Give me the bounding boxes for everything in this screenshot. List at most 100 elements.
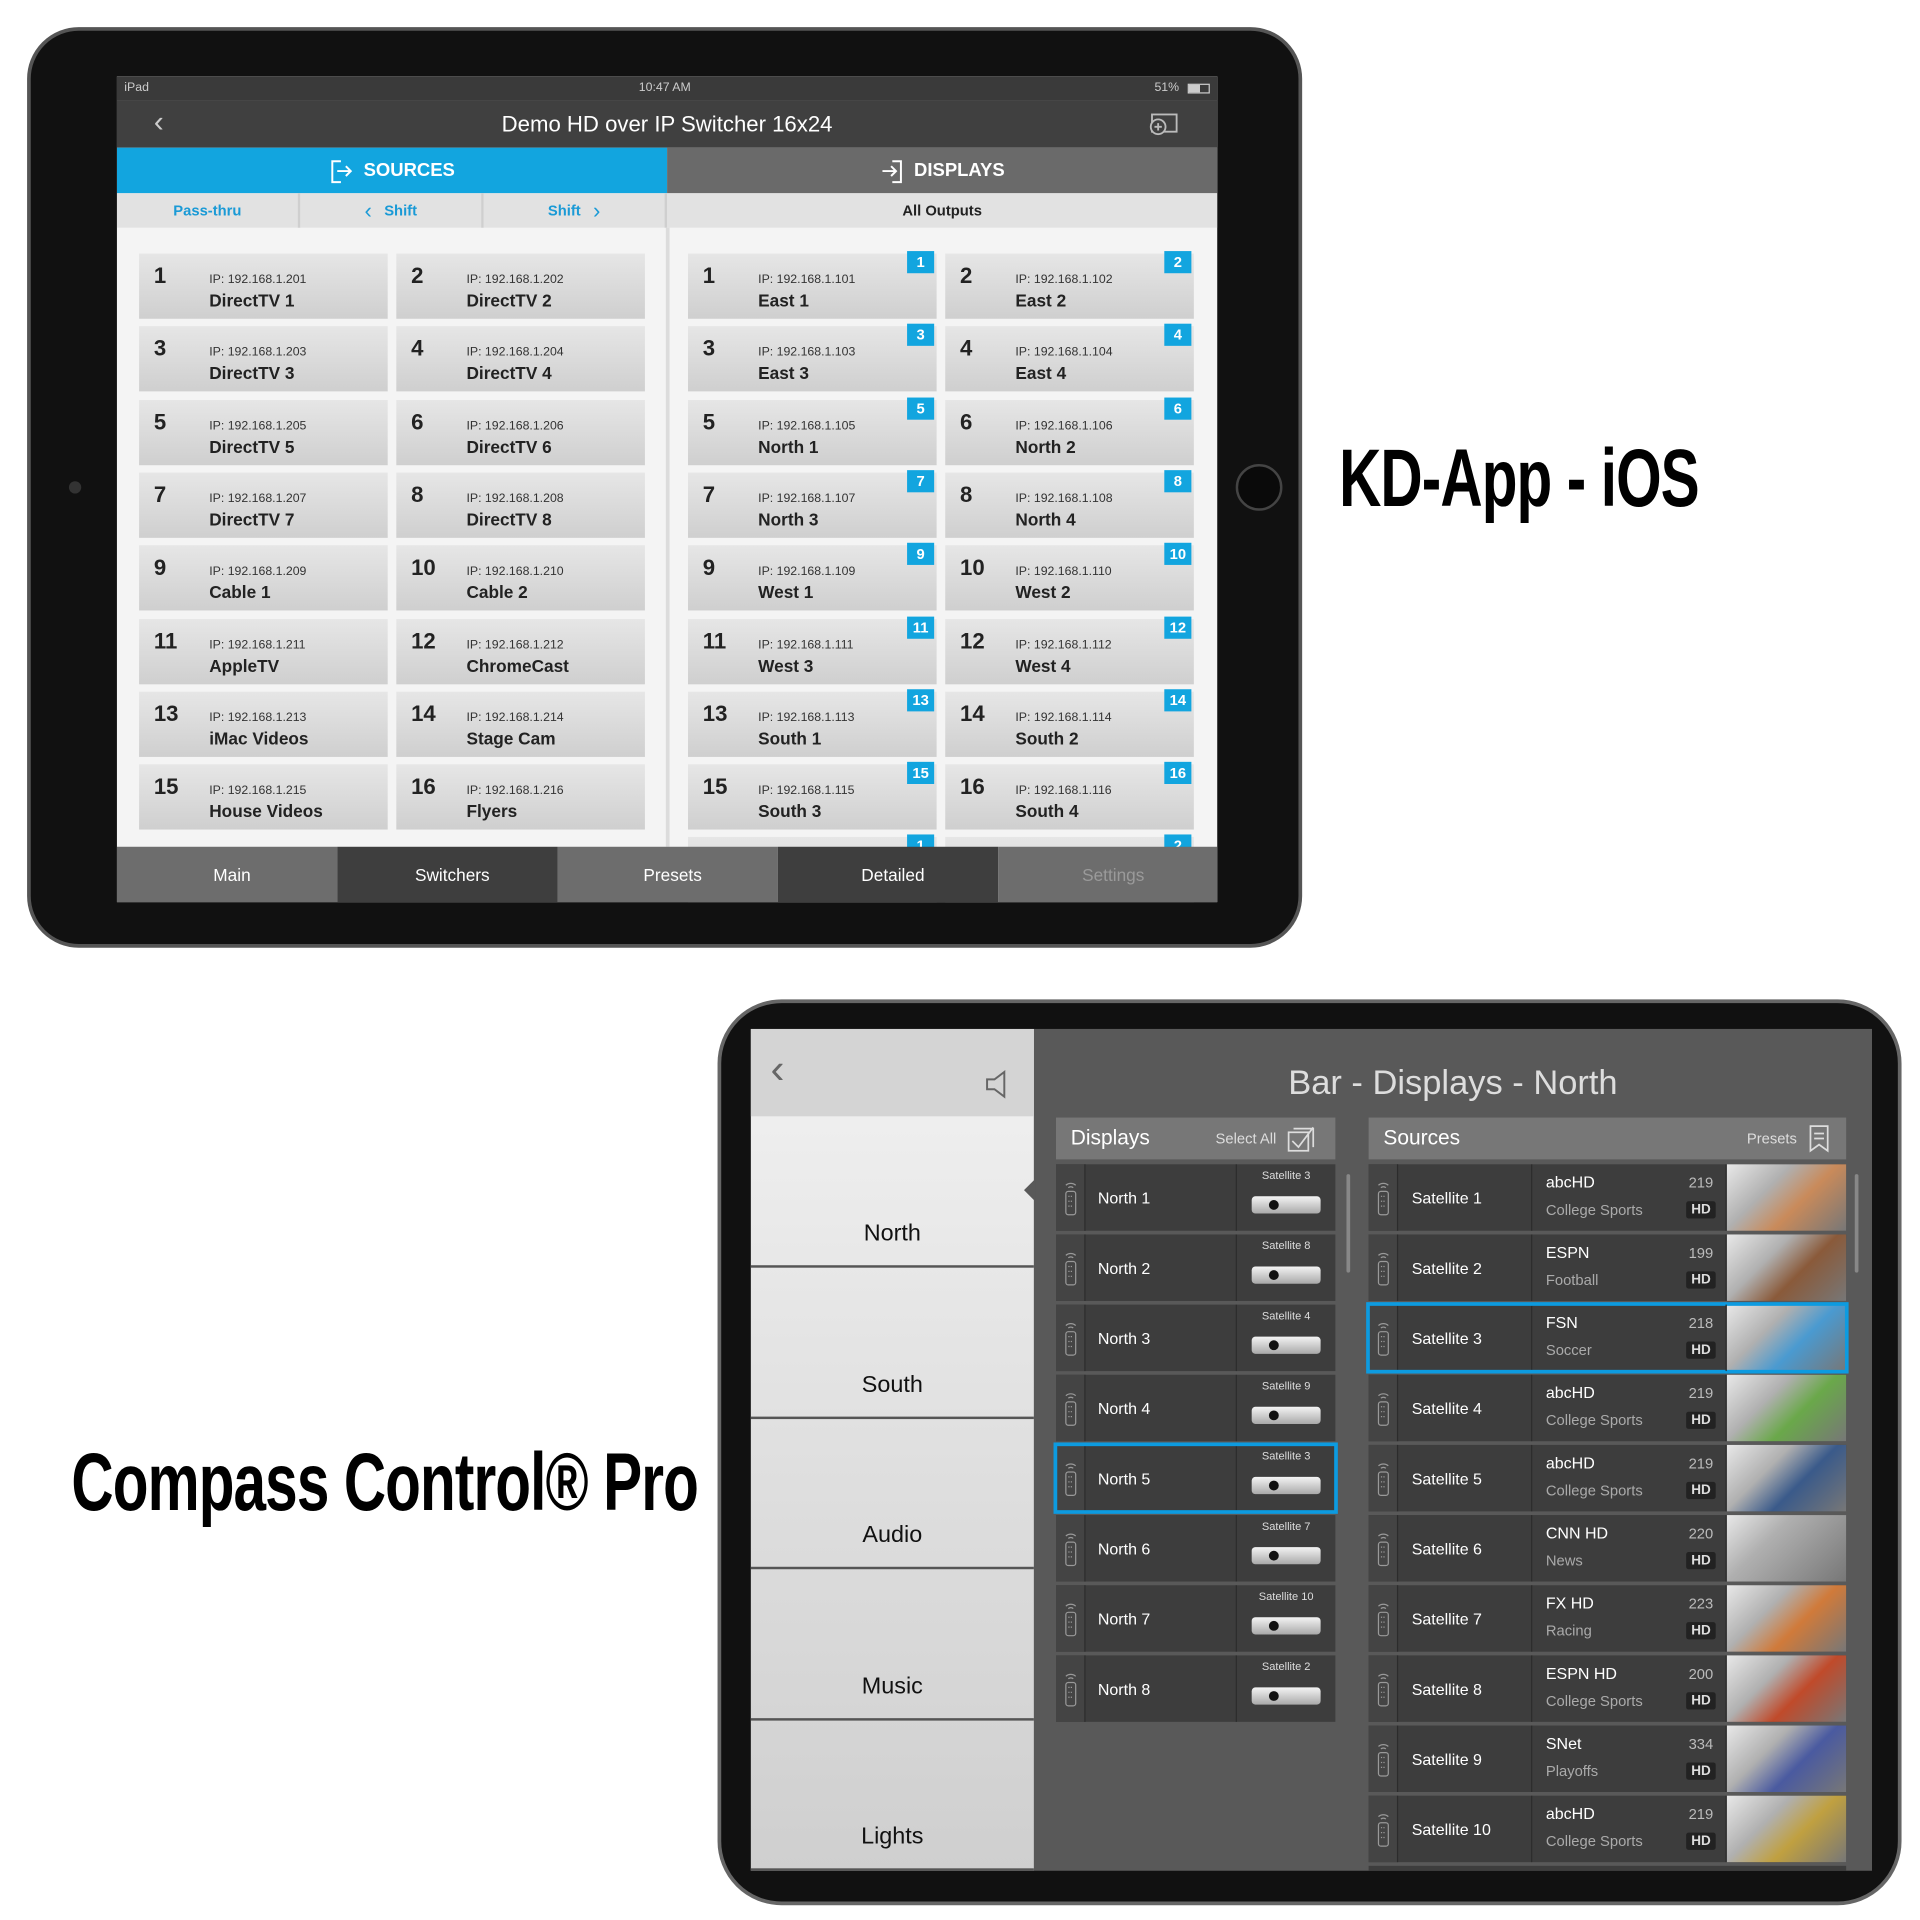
channel-info: FX HD 223 Racing HD (1532, 1585, 1727, 1652)
matrix-cell[interactable]: 15 IP: 192.168.1.115 South 3 15 (687, 761, 937, 830)
sidebar-item-south[interactable]: South (750, 1267, 1034, 1419)
source-row[interactable]: Satellite 5 abcHD 219 College Sports HD (1368, 1444, 1847, 1512)
matrix-cell[interactable]: 11 IP: 192.168.1.111 West 3 11 (687, 615, 937, 684)
nav-label: Detailed (861, 864, 925, 885)
add-display-icon[interactable] (1147, 112, 1179, 139)
matrix-cell[interactable]: 11 IP: 192.168.1.211 AppleTV (139, 618, 388, 684)
remote-icon[interactable] (1368, 1515, 1399, 1582)
matrix-cell[interactable]: 8 IP: 192.168.1.108 North 4 8 (945, 470, 1194, 538)
sidebar-item-music[interactable]: Music (750, 1569, 1034, 1721)
matrix-cell[interactable]: 9 IP: 192.168.1.209 Cable 1 (139, 545, 388, 611)
remote-icon[interactable] (1055, 1585, 1086, 1652)
remote-icon[interactable] (1055, 1374, 1086, 1442)
matrix-cell[interactable]: 12 IP: 192.168.1.112 West 4 12 (945, 615, 1194, 684)
matrix-cell[interactable]: 15 IP: 192.168.1.215 House Videos (139, 764, 388, 830)
matrix-cell[interactable]: 13 IP: 192.168.1.113 South 1 13 (687, 688, 937, 757)
matrix-cell[interactable]: 16 IP: 192.168.1.216 Flyers (396, 764, 645, 830)
remote-icon[interactable] (1368, 1234, 1399, 1301)
matrix-cell[interactable]: 10 IP: 192.168.1.110 West 2 10 (945, 542, 1194, 611)
sidebar-item-lights[interactable]: Lights (750, 1720, 1034, 1871)
sources-scrollbar[interactable] (1854, 1174, 1859, 1273)
source-row[interactable]: Satellite 3 FSN 218 Soccer HD (1366, 1302, 1849, 1374)
source-row[interactable]: Satellite 7 FX HD 223 Racing HD (1368, 1585, 1847, 1652)
display-row[interactable]: North 4 Satellite 9 (1055, 1374, 1336, 1442)
channel-thumbnail (1726, 1374, 1847, 1442)
sidebar-item-audio[interactable]: Audio (750, 1418, 1034, 1570)
source-row[interactable]: Satellite 9 SNet 334 Playoffs HD (1368, 1725, 1847, 1792)
source-row[interactable]: Satellite 4 abcHD 219 College Sports HD (1368, 1374, 1847, 1442)
display-row[interactable]: North 3 Satellite 4 (1055, 1304, 1336, 1372)
remote-icon[interactable] (1368, 1655, 1399, 1722)
remote-icon[interactable] (1368, 1304, 1399, 1372)
display-row[interactable]: North 2 Satellite 8 (1055, 1234, 1336, 1301)
matrix-cell[interactable]: 10 IP: 192.168.1.210 Cable 2 (396, 545, 645, 611)
passthru-button[interactable]: Pass-thru (116, 193, 301, 228)
matrix-cell[interactable]: 3 IP: 192.168.1.103 East 3 3 (687, 324, 937, 392)
display-row[interactable]: North 5 Satellite 3 (1053, 1442, 1338, 1514)
remote-icon[interactable] (1368, 1585, 1399, 1652)
matrix-cell[interactable]: 1 IP: 192.168.1.201 DirectTV 1 (139, 253, 388, 319)
matrix-cell[interactable]: 2 IP: 192.168.1.202 DirectTV 2 (396, 253, 645, 319)
matrix-cell[interactable]: 14 IP: 192.168.1.114 South 2 14 (945, 688, 1194, 757)
back-chevron-icon[interactable]: ‹ (770, 1046, 784, 1094)
matrix-cell[interactable]: 9 IP: 192.168.1.109 West 1 9 (687, 542, 937, 611)
nav-settings[interactable]: Settings (998, 846, 1218, 903)
remote-icon[interactable] (1055, 1444, 1086, 1512)
matrix-cell[interactable]: 7 IP: 192.168.1.207 DirectTV 7 (139, 472, 388, 538)
shift-right-button[interactable]: Shift › (483, 193, 668, 228)
matrix-cell[interactable]: 5 IP: 192.168.1.205 DirectTV 5 (139, 399, 388, 465)
nav-main[interactable]: Main (116, 846, 338, 903)
tab-displays[interactable]: DISPLAYS (667, 147, 1218, 194)
display-row[interactable]: North 1 Satellite 3 (1055, 1164, 1336, 1231)
source-row[interactable]: Satellite 8 ESPN HD 200 College Sports HD (1368, 1655, 1847, 1722)
channel-info: abcHD 219 College Sports HD (1532, 1444, 1727, 1512)
shift-left-button[interactable]: ‹ Shift (300, 193, 484, 228)
remote-icon[interactable] (1055, 1515, 1086, 1582)
matrix-cell[interactable]: 12 IP: 192.168.1.212 ChromeCast (396, 618, 645, 684)
displays-scrollbar[interactable] (1346, 1174, 1351, 1273)
remote-icon[interactable] (1055, 1234, 1086, 1301)
nav-switchers[interactable]: Switchers (337, 846, 558, 903)
source-name: Satellite 9 (1398, 1725, 1533, 1792)
presets-button[interactable]: Presets (1747, 1124, 1832, 1154)
remote-icon[interactable] (1055, 1655, 1086, 1722)
matrix-cell[interactable]: 4 IP: 192.168.1.104 East 4 4 (945, 324, 1194, 392)
matrix-cell[interactable]: 14 IP: 192.168.1.214 Stage Cam (396, 691, 645, 757)
nav-detailed[interactable]: Detailed (777, 846, 999, 903)
tab-sources[interactable]: SOURCES (116, 147, 668, 194)
matrix-cell[interactable]: 4 IP: 192.168.1.204 DirectTV 4 (396, 326, 645, 392)
matrix-cell[interactable]: 6 IP: 192.168.1.206 DirectTV 6 (396, 399, 645, 465)
remote-icon[interactable] (1368, 1444, 1399, 1512)
volume-icon[interactable] (985, 1068, 1012, 1100)
remote-icon[interactable] (1368, 1725, 1399, 1792)
matrix-cell[interactable]: 7 IP: 192.168.1.107 North 3 7 (687, 470, 937, 538)
display-row[interactable]: North 8 Satellite 2 (1055, 1655, 1336, 1722)
display-row[interactable]: North 6 Satellite 7 (1055, 1515, 1336, 1582)
remote-icon[interactable] (1368, 1795, 1399, 1863)
matrix-cell[interactable]: 5 IP: 192.168.1.105 North 1 5 (687, 397, 937, 465)
sidebar-item-north[interactable]: North (750, 1116, 1034, 1268)
all-outputs-bar[interactable]: All Outputs (667, 193, 1218, 228)
source-row[interactable]: Satellite 2 ESPN 199 Football HD (1368, 1234, 1847, 1301)
source-row[interactable]: Satellite 6 CNN HD 220 News HD (1368, 1515, 1847, 1582)
remote-icon[interactable] (1368, 1374, 1399, 1442)
select-all-button[interactable]: Select All (1216, 1124, 1321, 1154)
cell-number: 1 (702, 263, 716, 288)
matrix-cell[interactable]: 6 IP: 192.168.1.106 North 2 6 (945, 397, 1194, 465)
assigned-source: Satellite 3 (1237, 1164, 1335, 1230)
matrix-cell[interactable]: 3 IP: 192.168.1.203 DirectTV 3 (139, 326, 388, 392)
matrix-cell[interactable]: 8 IP: 192.168.1.208 DirectTV 8 (396, 472, 645, 538)
remote-icon[interactable] (1055, 1164, 1086, 1231)
remote-icon[interactable] (1368, 1164, 1399, 1231)
matrix-cell[interactable]: 13 IP: 192.168.1.213 iMac Videos (139, 691, 388, 757)
cell-number: 11 (702, 628, 727, 653)
source-row[interactable]: Satellite 1 abcHD 219 College Sports HD (1368, 1164, 1847, 1231)
source-row[interactable]: Satellite 10 abcHD 219 College Sports HD (1368, 1795, 1847, 1863)
matrix-cell[interactable]: 2 IP: 192.168.1.102 East 2 2 (945, 251, 1194, 319)
matrix-cell[interactable]: 1 IP: 192.168.1.101 East 1 1 (687, 251, 937, 319)
nav-presets[interactable]: Presets (557, 846, 778, 903)
program-genre: College Sports (1545, 1411, 1643, 1429)
matrix-cell[interactable]: 16 IP: 192.168.1.116 South 4 16 (945, 761, 1194, 830)
remote-icon[interactable] (1055, 1304, 1086, 1372)
display-row[interactable]: North 7 Satellite 10 (1055, 1585, 1336, 1652)
